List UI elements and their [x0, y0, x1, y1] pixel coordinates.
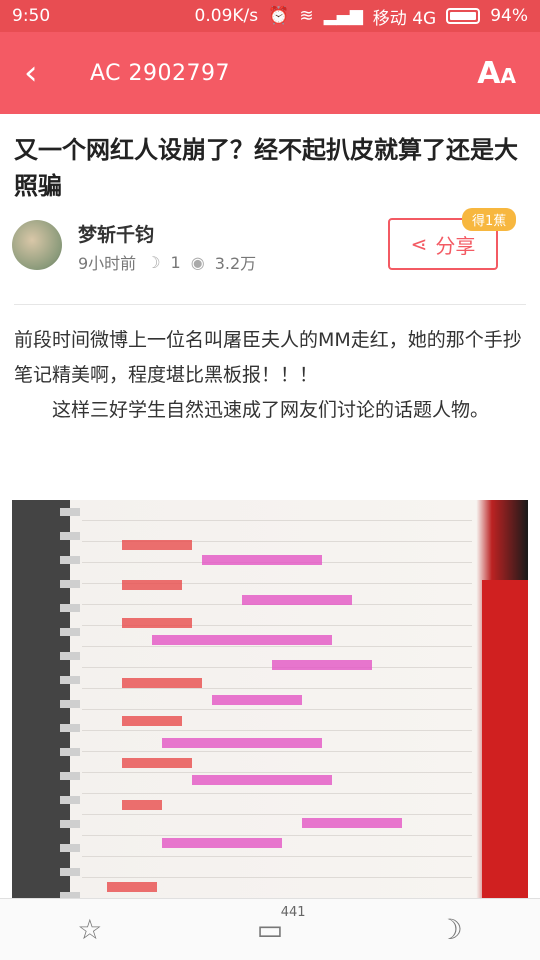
signal-icon: ▂▄▆ — [323, 6, 363, 26]
highlight — [162, 738, 322, 748]
eye-icon: ◉ — [190, 252, 205, 272]
highlight — [192, 775, 332, 785]
paragraph-2: 这样三好学生自然迅速成了网友们讨论的话题人物。 — [52, 399, 490, 421]
article-content[interactable]: 又一个网红人设崩了？经不起扒皮就算了还是大照骗 梦斩千钧 9小时前 ☽ 1 ◉ … — [0, 114, 540, 898]
notebook-photo[interactable] — [12, 500, 528, 898]
comment-button[interactable]: ▭ 441 — [256, 905, 306, 946]
banana-icon[interactable]: ☽ — [438, 913, 463, 946]
comment-icon: ▭ — [256, 913, 284, 946]
highlight — [212, 695, 302, 705]
author-row: 梦斩千钧 9小时前 ☽ 1 ◉ 3.2万 ⋖ 分享 得1蕉 — [0, 208, 540, 304]
star-icon[interactable]: ☆ — [77, 913, 102, 946]
wifi-icon: ≋ — [299, 6, 314, 26]
banana-count: 1 — [170, 252, 181, 272]
time-ago: 9小时前 — [78, 254, 137, 273]
highlight — [122, 678, 202, 688]
alarm-icon: ⏰ — [268, 6, 290, 26]
highlight — [122, 540, 192, 550]
notebook-spiral — [60, 508, 80, 898]
highlight — [242, 595, 352, 605]
photo-red-object — [482, 580, 528, 898]
highlight — [152, 635, 332, 645]
back-arrow-icon[interactable]: ‹ — [24, 56, 60, 90]
status-icons: 0.09K/s ⏰ ≋ ▂▄▆ 移动 4G 94% — [195, 4, 528, 29]
status-bar: 9:50 0.09K/s ⏰ ≋ ▂▄▆ 移动 4G 94% — [0, 0, 540, 32]
highlight — [107, 882, 157, 892]
highlight — [122, 618, 192, 628]
bottom-toolbar: ☆ ▭ 441 ☽ — [0, 898, 540, 960]
highlight — [202, 555, 322, 565]
highlight — [122, 800, 162, 810]
banana-icon: ☽ — [146, 252, 161, 272]
reward-badge: 得1蕉 — [462, 208, 517, 231]
highlight — [122, 580, 182, 590]
author-name[interactable]: 梦斩千钧 — [78, 220, 154, 247]
battery-level: 94% — [490, 6, 528, 26]
font-size-icon[interactable]: AA — [477, 56, 516, 91]
avatar[interactable] — [12, 220, 62, 270]
highlight — [302, 818, 402, 828]
page-title: AC 2902797 — [90, 60, 230, 86]
article-meta: 9小时前 ☽ 1 ◉ 3.2万 — [78, 250, 256, 274]
carrier: 移动 4G — [372, 8, 437, 29]
share-icon: ⋖ — [410, 232, 428, 256]
comment-count: 441 — [280, 905, 306, 920]
app-bar: ‹ AC 2902797 AA — [0, 32, 540, 114]
network-speed: 0.09K/s — [194, 6, 259, 26]
highlight — [122, 758, 192, 768]
highlight — [162, 838, 282, 848]
share-label: 分享 — [435, 233, 476, 258]
status-time: 9:50 — [12, 6, 51, 26]
battery-icon — [446, 8, 481, 24]
article-title: 又一个网红人设崩了？经不起扒皮就算了还是大照骗 — [14, 136, 518, 200]
article-body: 前段时间微博上一位名叫屠臣夫人的MM走红，她的那个手抄笔记精美啊，程度堪比黑板报… — [0, 305, 540, 428]
highlight — [272, 660, 372, 670]
highlight — [122, 716, 182, 726]
paragraph-1: 前段时间微博上一位名叫屠臣夫人的MM走红，她的那个手抄笔记精美啊，程度堪比黑板报… — [14, 329, 522, 386]
view-count: 3.2万 — [214, 254, 257, 273]
